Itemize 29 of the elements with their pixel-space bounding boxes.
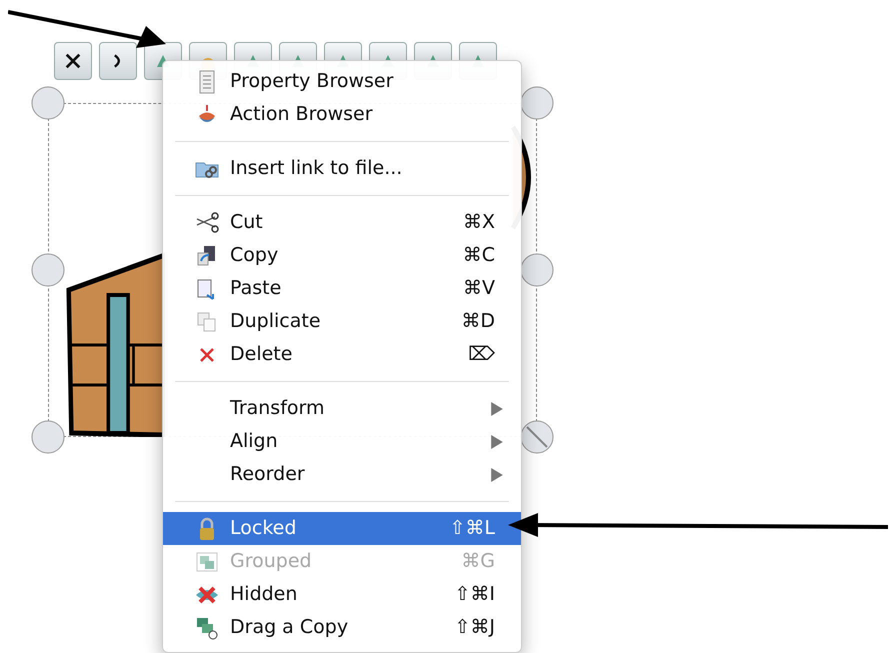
menu-item[interactable]: Align: [163, 425, 521, 458]
resize-handle[interactable]: [520, 253, 554, 287]
toolbar-button[interactable]: [54, 42, 92, 80]
menu-item[interactable]: Hidden ⇧⌘I: [163, 578, 521, 611]
drag-copy-icon: [195, 616, 219, 640]
resize-handle[interactable]: [31, 253, 65, 287]
expand-icon: [64, 52, 82, 70]
resize-handle[interactable]: [520, 420, 554, 454]
menu-item[interactable]: Copy ⌘C: [163, 239, 521, 272]
menu-item[interactable]: Duplicate ⌘D: [163, 305, 521, 338]
submenu-arrow-icon: [491, 402, 503, 416]
menu-item[interactable]: Transform: [163, 392, 521, 425]
menu-item[interactable]: Cut ⌘X: [163, 206, 521, 239]
menu-item[interactable]: Paste ⌘V: [163, 272, 521, 305]
menu-item[interactable]: Reorder: [163, 458, 521, 491]
menu-item[interactable]: Property Browser: [163, 65, 521, 98]
menu-item[interactable]: Action Browser: [163, 98, 521, 131]
resize-handle[interactable]: [31, 86, 65, 120]
menu-item[interactable]: Insert link to file...: [163, 152, 521, 185]
menu-item[interactable]: Delete ⌦: [163, 338, 521, 371]
scissors-icon: [195, 210, 219, 234]
submenu-arrow-icon: [491, 468, 503, 482]
group-icon: [195, 550, 219, 574]
submenu-arrow-icon: [491, 434, 503, 448]
toolbar-button[interactable]: [99, 42, 137, 80]
resize-handle[interactable]: [520, 86, 554, 120]
menu-item[interactable]: Locked ⇧⌘L: [163, 512, 521, 545]
resize-handle[interactable]: [31, 420, 65, 454]
menu-item[interactable]: Drag a Copy ⇧⌘J: [163, 611, 521, 644]
